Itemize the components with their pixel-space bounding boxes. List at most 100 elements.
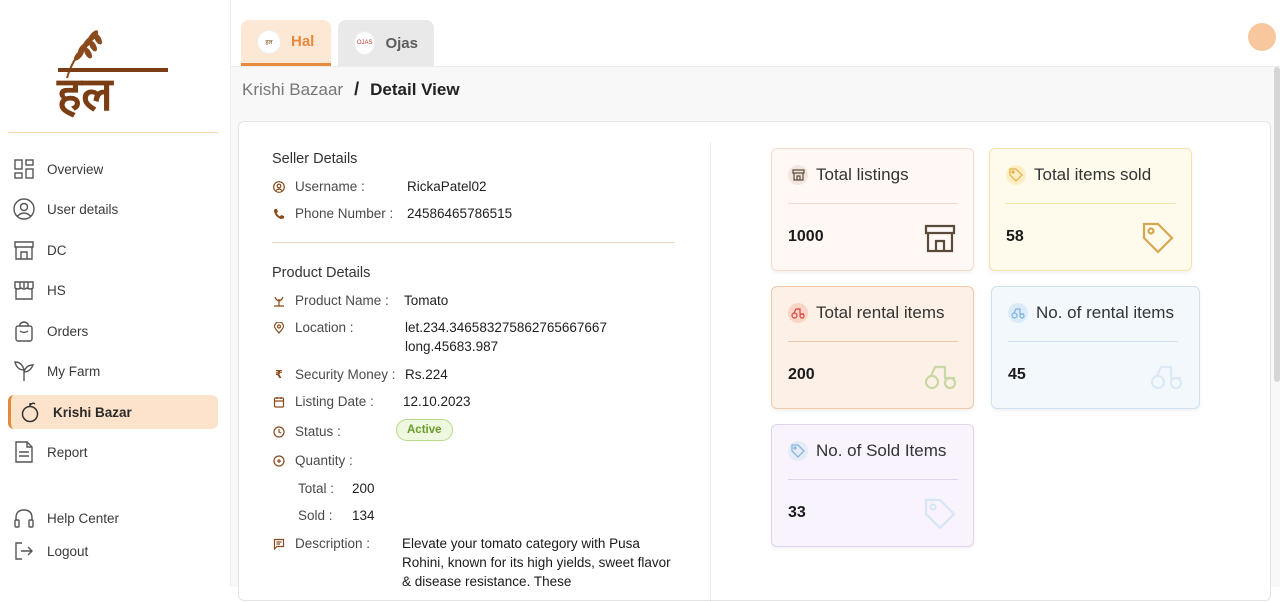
- description-row: Description :: [272, 536, 370, 551]
- phone-row: Phone Number :: [272, 206, 393, 221]
- security-row: ₹ Security Money :: [272, 367, 396, 382]
- location-label: Location :: [295, 320, 354, 335]
- security-value-row: Rs.224: [405, 367, 448, 382]
- tab-ojas[interactable]: OJAS Ojas: [338, 20, 434, 66]
- total-row: Total :: [298, 481, 334, 496]
- listing-date-value-row: 12.10.2023: [403, 394, 471, 409]
- stat-card-no-of-rental-items: No. of rental items 45: [991, 286, 1200, 409]
- stat-header: No. of rental items: [1008, 303, 1174, 323]
- logout-label: Logout: [47, 543, 89, 559]
- stat-title: No. of Sold Items: [816, 441, 947, 460]
- security-label: Security Money :: [295, 367, 396, 382]
- main-content: Krishi Bazaar / Detail View Seller Detai…: [231, 67, 1280, 602]
- stat-divider: [1008, 341, 1178, 342]
- scrollbar[interactable]: [1274, 67, 1280, 382]
- status-label: Status :: [295, 424, 341, 439]
- grid-icon: [13, 158, 35, 180]
- tractor-icon: [1008, 303, 1028, 323]
- logo-divider: [8, 132, 218, 133]
- total-value: 200: [352, 481, 375, 496]
- username-value: RickaPatel02: [407, 179, 487, 194]
- stat-header: No. of Sold Items: [788, 441, 946, 461]
- help-center-link[interactable]: Help Center: [8, 501, 218, 535]
- sidebar-item-hs[interactable]: HS: [8, 273, 218, 307]
- message-icon: [272, 537, 286, 551]
- sidebar-item-report[interactable]: Report: [8, 435, 218, 469]
- sidebar-item-label: Report: [47, 444, 88, 460]
- status-badge: Active: [396, 419, 453, 441]
- sidebar-item-my-farm[interactable]: My Farm: [8, 354, 218, 388]
- phone-icon: [272, 207, 286, 221]
- listing-date-row: Listing Date :: [272, 394, 374, 409]
- total-value-row: 200: [352, 481, 375, 496]
- apple-icon: [19, 401, 41, 423]
- product-name-row: Product Name :: [272, 293, 389, 308]
- user-circle-icon: [13, 198, 35, 220]
- sold-row: Sold :: [298, 508, 333, 523]
- logout-icon: [13, 540, 35, 562]
- location-row: Location :: [272, 320, 354, 335]
- stat-divider: [788, 341, 958, 342]
- product-name-label: Product Name :: [295, 293, 389, 308]
- sidebar-item-label: My Farm: [47, 363, 101, 379]
- sidebar-item-overview[interactable]: Overview: [8, 152, 218, 186]
- avatar[interactable]: [1248, 23, 1276, 51]
- sidebar-item-orders[interactable]: Orders: [8, 314, 218, 348]
- sidebar-item-krishi-bazar[interactable]: Krishi Bazar: [8, 395, 218, 429]
- status-row: Status :: [272, 424, 341, 439]
- breadcrumb: Krishi Bazaar / Detail View: [242, 79, 460, 100]
- section-divider: [272, 242, 675, 243]
- column-divider: [710, 142, 711, 602]
- user-icon: [272, 180, 286, 194]
- sidebar-item-label: Overview: [47, 161, 104, 177]
- tab-hal[interactable]: हल Hal: [241, 20, 331, 66]
- tractor-icon: [1150, 365, 1183, 390]
- status-icon: [272, 425, 286, 439]
- sold-value-row: 134: [352, 508, 375, 523]
- security-value: Rs.224: [405, 367, 448, 382]
- shop-icon: [13, 279, 35, 301]
- store-icon: [924, 224, 956, 253]
- total-label: Total :: [298, 481, 335, 496]
- tractor-icon: [924, 365, 957, 390]
- sidebar-item-dc[interactable]: DC: [8, 233, 218, 267]
- help-center-label: Help Center: [47, 510, 120, 526]
- stat-divider: [1006, 203, 1176, 204]
- phone-value: 24586465786515: [407, 206, 513, 221]
- crop-icon: [272, 294, 286, 308]
- stat-title: Total listings: [816, 165, 909, 184]
- seller-details-title: Seller Details: [272, 151, 358, 167]
- tab-label: Ojas: [385, 34, 418, 52]
- logout-link[interactable]: Logout: [8, 534, 218, 568]
- username-value-row: RickaPatel02: [407, 179, 487, 194]
- sidebar-item-label: User details: [47, 201, 119, 217]
- tag-icon: [1142, 222, 1174, 254]
- sidebar-item-label: DC: [47, 242, 67, 258]
- location-lat-row: let.234.346583275862765667667: [405, 320, 607, 335]
- rupee-icon: ₹: [275, 369, 283, 381]
- detail-card: Seller Details Username : RickaPatel02 P…: [238, 121, 1271, 602]
- stat-title: Total items sold: [1034, 165, 1152, 184]
- top-tab-bar: हल Hal OJAS Ojas: [231, 0, 1280, 67]
- sidebar-item-label: Krishi Bazar: [53, 404, 132, 420]
- sidebar-item-label: HS: [47, 282, 66, 298]
- quantity-label: Quantity :: [295, 453, 353, 468]
- quantity-row: Quantity :: [272, 453, 353, 468]
- listing-date-label: Listing Date :: [295, 394, 374, 409]
- phone-label: Phone Number :: [295, 206, 394, 221]
- location-lat-value: let.234.346583275862765667667: [405, 320, 607, 335]
- stat-value: 58: [1006, 228, 1024, 245]
- tab-label: Hal: [291, 33, 315, 50]
- breadcrumb-separator: /: [354, 79, 360, 99]
- stat-value: 33: [788, 504, 806, 521]
- sidebar-item-user-details[interactable]: User details: [8, 192, 218, 226]
- tractor-icon: [788, 303, 808, 323]
- phone-value-row: 24586465786515: [407, 206, 512, 221]
- stat-header: Total listings: [788, 165, 909, 185]
- stat-value: 1000: [788, 228, 824, 245]
- sprout-icon: [13, 360, 35, 382]
- breadcrumb-root[interactable]: Krishi Bazaar: [242, 80, 343, 100]
- username-label: Username :: [295, 179, 365, 194]
- ojas-logo-icon: OJAS: [354, 31, 376, 55]
- stat-title: No. of rental items: [1036, 303, 1174, 322]
